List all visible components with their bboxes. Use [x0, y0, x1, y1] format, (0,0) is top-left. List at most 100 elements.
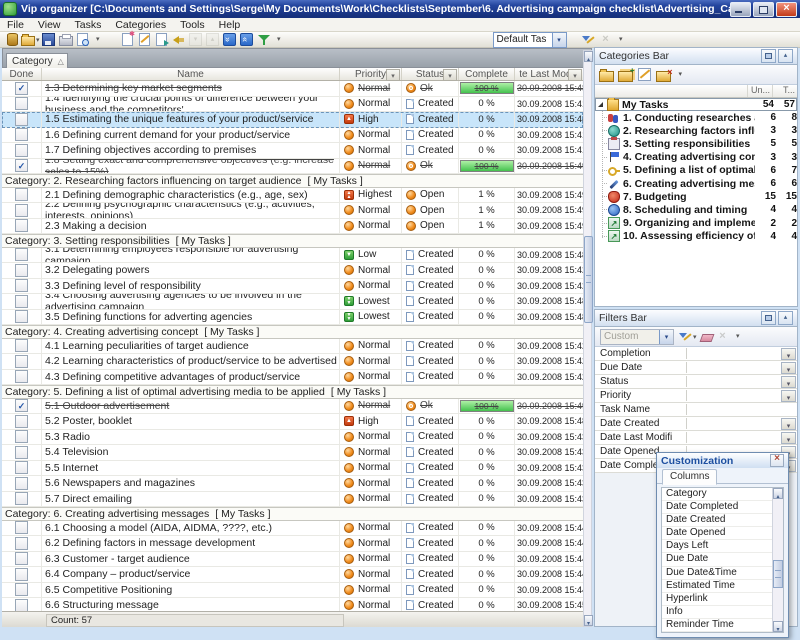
task-name-cell[interactable]: 3.3 Defining level of responsibility — [42, 279, 340, 294]
table-row[interactable]: 3.5 Defining functions for adverting age… — [2, 310, 583, 326]
menu-item[interactable]: Tasks — [68, 19, 109, 31]
task-name-cell[interactable]: 5.2 Poster, booklet — [42, 414, 340, 429]
date-modified-cell[interactable]: 30.09.2008 15:42 — [515, 339, 583, 354]
column-list-item[interactable]: Due Date&Time — [662, 567, 773, 580]
date-modified-cell[interactable]: 30.09.2008 15:48 — [515, 414, 583, 429]
table-row[interactable]: 5.6 Newspapers and magazines Normal Crea… — [2, 476, 583, 492]
toolbar-button[interactable] — [732, 329, 748, 344]
task-name-cell[interactable]: 3.2 Delegating powers — [42, 263, 340, 278]
tab-columns[interactable]: Columns — [662, 469, 717, 485]
table-row[interactable]: 5.7 Direct emailing Normal Created 0 % 3… — [2, 492, 583, 508]
done-checkbox[interactable] — [15, 492, 28, 505]
date-modified-cell[interactable]: 30.09.2008 15:43 — [515, 445, 583, 460]
status-cell[interactable]: Created — [402, 370, 459, 385]
toolbar-button[interactable] — [715, 329, 731, 344]
status-filter-button[interactable] — [443, 69, 457, 81]
filter-dropdown-button[interactable] — [781, 362, 796, 374]
table-row[interactable]: Category: 4. Creating advertising concep… — [2, 325, 583, 339]
date-modified-cell[interactable]: 30.09.2008 15:41 — [515, 97, 583, 112]
date-modified-cell[interactable]: 30.09.2008 15:49 — [515, 219, 583, 234]
done-checkbox[interactable] — [15, 552, 28, 565]
tree-item[interactable]: 1. Conducting researches and defining 6 … — [595, 111, 797, 124]
minimize-button[interactable] — [730, 2, 751, 17]
toolbar-button[interactable] — [598, 67, 614, 82]
task-name-cell[interactable]: 5.1 Outdoor advertisement — [42, 399, 340, 414]
toolbar-button[interactable] — [222, 32, 238, 47]
column-list-item[interactable]: Hyperlink — [662, 593, 773, 606]
panel-collapse-button[interactable] — [778, 49, 793, 63]
complete-cell[interactable]: 0 % — [459, 294, 515, 309]
priority-cell[interactable]: Normal — [340, 492, 402, 507]
chevron-down-icon[interactable]: ▾ — [693, 333, 697, 341]
column-header-done[interactable]: Done — [2, 68, 42, 80]
toolbar-button[interactable] — [205, 32, 221, 47]
date-modified-cell[interactable]: 30.09.2008 15:43 — [515, 461, 583, 476]
done-checkbox[interactable] — [15, 430, 28, 443]
task-name-cell[interactable]: 5.5 Internet — [42, 461, 340, 476]
scroll-up-icon[interactable] — [773, 488, 783, 499]
close-icon[interactable] — [770, 454, 784, 467]
table-row[interactable]: 2.3 Making a decision Normal Open 1 % 30… — [2, 219, 583, 235]
task-name-cell[interactable]: 4.2 Learning characteristics of product/… — [42, 354, 340, 369]
complete-cell[interactable]: 0 % — [459, 583, 515, 598]
date-modified-cell[interactable]: 30.09.2008 15:48 — [515, 310, 583, 325]
task-name-cell[interactable]: 1.7 Defining objectives according to pre… — [42, 143, 340, 158]
status-cell[interactable]: Created — [402, 492, 459, 507]
date-modified-cell[interactable]: 30.09.2008 15:49 — [515, 399, 583, 414]
chevron-down-icon[interactable]: ▾ — [36, 36, 40, 44]
done-checkbox[interactable] — [15, 370, 28, 383]
column-list-item[interactable]: Days Left — [662, 540, 773, 553]
status-cell[interactable]: Created — [402, 583, 459, 598]
filter-row[interactable]: Completion — [595, 347, 797, 361]
table-row[interactable]: 1.3 Determining key market segments Norm… — [2, 81, 583, 97]
priority-cell[interactable]: Highest — [340, 188, 402, 203]
priority-cell[interactable]: Normal — [340, 598, 402, 611]
done-checkbox[interactable] — [15, 219, 28, 232]
done-checkbox[interactable] — [15, 446, 28, 459]
filter-row[interactable]: Status — [595, 375, 797, 389]
done-checkbox[interactable] — [15, 82, 28, 95]
filter-row[interactable]: Date Last Modifi — [595, 431, 797, 445]
table-row[interactable]: 4.2 Learning characteristics of product/… — [2, 354, 583, 370]
tree-item[interactable]: 4. Creating advertising concept 3 3 — [595, 151, 797, 164]
done-checkbox[interactable] — [15, 599, 28, 611]
status-cell[interactable]: Created — [402, 294, 459, 309]
task-name-cell[interactable]: 6.5 Competitive Positioning — [42, 583, 340, 598]
category-separator-row[interactable]: Category: 5. Defining a list of optimal … — [2, 386, 583, 398]
complete-cell[interactable]: 0 % — [459, 339, 515, 354]
date-modified-cell[interactable]: 30.09.2008 15:44 — [515, 536, 583, 551]
priority-cell[interactable]: Normal — [340, 461, 402, 476]
panel-collapse-button[interactable] — [778, 311, 793, 325]
table-row[interactable]: 6.3 Customer - target audience Normal Cr… — [2, 552, 583, 568]
complete-cell[interactable]: 100 % — [459, 159, 515, 174]
priority-cell[interactable]: Normal — [340, 203, 402, 218]
status-cell[interactable]: Created — [402, 414, 459, 429]
table-row[interactable]: Category: 6. Creating advertising messag… — [2, 507, 583, 521]
toolbar-button[interactable] — [41, 32, 57, 47]
filter-row[interactable]: Task Name — [595, 403, 797, 417]
date-modified-cell[interactable]: 30.09.2008 15:48 — [515, 112, 583, 127]
table-row[interactable]: 6.5 Competitive Positioning Normal Creat… — [2, 583, 583, 599]
complete-cell[interactable]: 0 % — [459, 552, 515, 567]
toolbar-button[interactable] — [617, 67, 633, 82]
scrollbar-thumb[interactable] — [584, 236, 593, 323]
combo-dropdown-button[interactable] — [659, 330, 673, 344]
filter-dropdown-button[interactable] — [781, 418, 796, 430]
date-modified-cell[interactable]: 30.09.2008 15:42 — [515, 279, 583, 294]
task-name-cell[interactable]: 6.4 Company – product/service — [42, 567, 340, 582]
column-header-priority[interactable]: Priority — [340, 68, 402, 80]
status-cell[interactable]: Created — [402, 97, 459, 112]
priority-cell[interactable]: High — [340, 414, 402, 429]
priority-cell[interactable]: Normal — [340, 370, 402, 385]
done-checkbox[interactable] — [15, 295, 28, 308]
column-header-date-modified[interactable]: te Last Modifi — [515, 68, 583, 80]
done-checkbox[interactable] — [15, 537, 28, 550]
priority-cell[interactable]: Low — [340, 248, 402, 263]
complete-cell[interactable]: 0 % — [459, 414, 515, 429]
date-modified-cell[interactable]: 30.09.2008 15:49 — [515, 203, 583, 218]
status-cell[interactable]: Ok — [402, 81, 459, 96]
date-modified-cell[interactable]: 30.09.2008 15:44 — [515, 567, 583, 582]
priority-cell[interactable]: Normal — [340, 536, 402, 551]
expander-icon[interactable] — [598, 102, 603, 107]
table-row[interactable]: 4.3 Defining competitive advantages of p… — [2, 370, 583, 386]
